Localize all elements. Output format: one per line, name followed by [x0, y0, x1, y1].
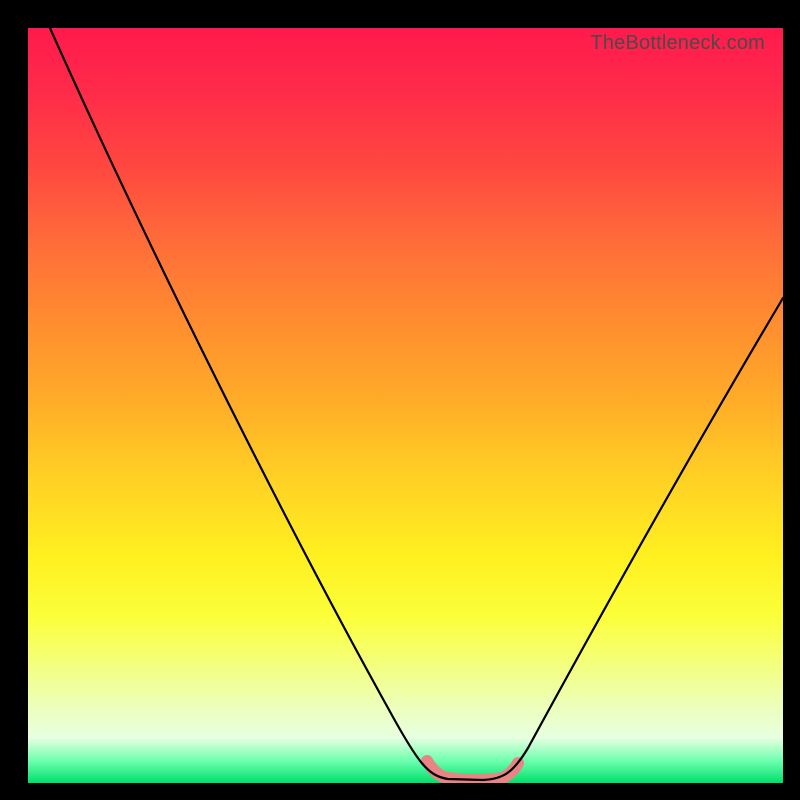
watermark-text: TheBottleneck.com [590, 32, 765, 55]
bottleneck-curve [28, 28, 783, 783]
chart-frame: TheBottleneck.com [0, 0, 800, 800]
plot-area: TheBottleneck.com [28, 28, 783, 783]
curve-line [50, 28, 783, 780]
